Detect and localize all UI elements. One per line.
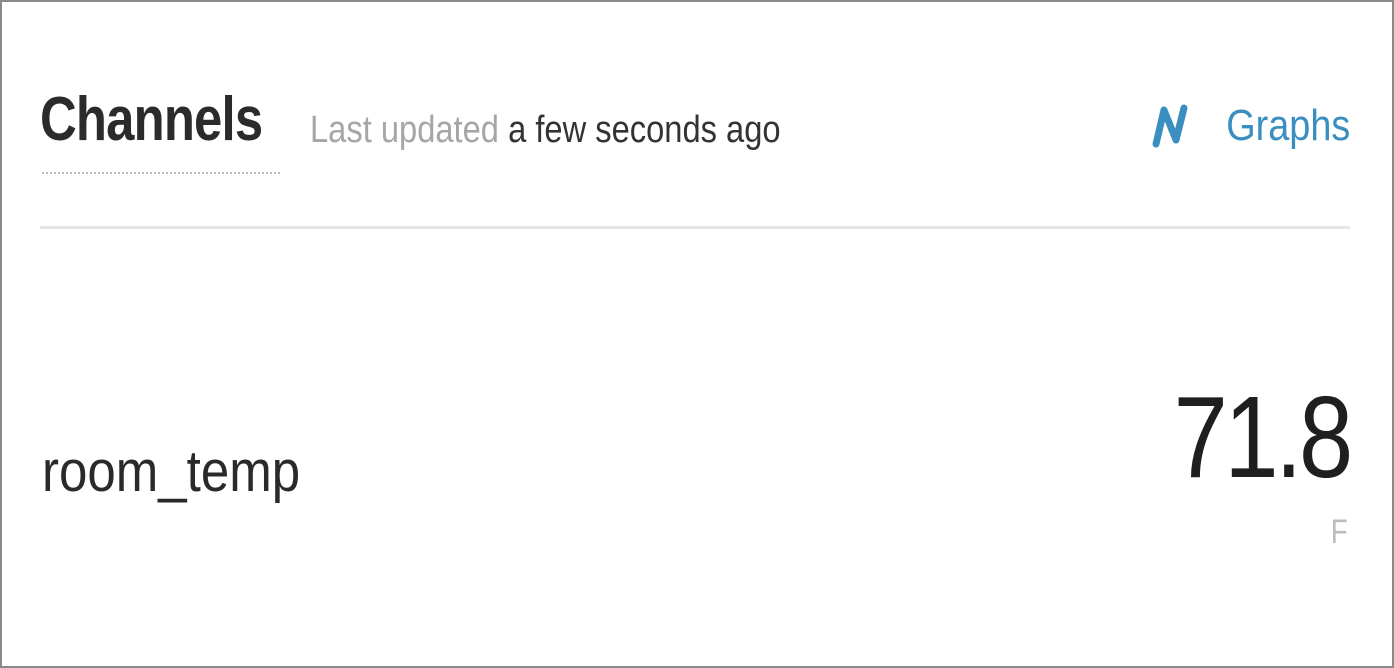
last-updated-label: Last updated — [310, 109, 499, 151]
channel-name: room_temp — [42, 439, 301, 504]
channel-row: room_temp 71.8 F — [40, 372, 1354, 592]
line-graph-icon — [1150, 100, 1190, 152]
page-title: Channels — [40, 85, 263, 154]
title-underline — [42, 172, 280, 174]
graphs-link[interactable]: Graphs — [1150, 98, 1350, 154]
last-updated-status: Last updated a few seconds ago — [310, 106, 781, 154]
panel-header: Channels Last updated a few seconds ago … — [40, 72, 1350, 182]
header-divider — [40, 226, 1350, 229]
channel-value: 71.8 — [1173, 372, 1354, 502]
channels-panel: Channels Last updated a few seconds ago … — [0, 0, 1394, 668]
graphs-link-label: Graphs — [1225, 101, 1350, 150]
last-updated-value: a few seconds ago — [508, 109, 781, 151]
channel-unit: F — [1330, 513, 1348, 551]
